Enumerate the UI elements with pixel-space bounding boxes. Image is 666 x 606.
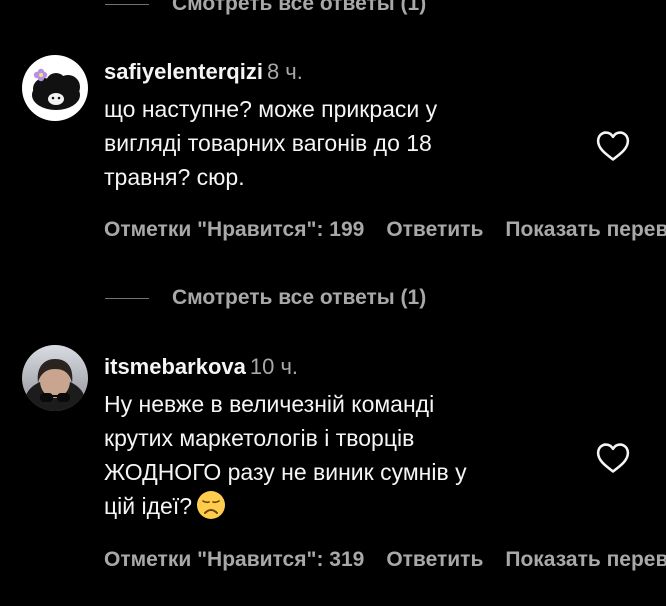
replies-divider-line (105, 3, 149, 5)
comment-text-line: Ну невже в величезній команді (104, 391, 435, 417)
replies-divider-line (105, 297, 149, 299)
view-replies-link[interactable]: Смотреть все ответы (1) (105, 0, 426, 16)
comment-text-line: крутих маркетологів і творців (104, 425, 415, 451)
view-replies-label: Смотреть все ответы (1) (172, 286, 427, 309)
comment-text-line: ЖОДНОГО разу не виник сумнів у (104, 459, 467, 485)
comment-text-line: цій ідеї? (104, 493, 193, 519)
comment-body: safiyelenterqizi 8 ч. що наступне? може п… (104, 57, 574, 194)
comment-text-line: вигляді товарних вагонів до 18 (104, 130, 432, 156)
comment-actions: Отметки "Нравится": 319 Ответить Показать … (104, 548, 666, 572)
comment-time: 8 ч. (266, 59, 303, 84)
comment-body: itsmebarkova 10 ч. Ну невже в величезній … (104, 352, 574, 523)
translate-button[interactable]: Показать перевод (505, 548, 666, 571)
view-replies-link[interactable]: Смотреть все ответы (1) (105, 286, 426, 310)
comment-username[interactable]: safiyelenterqizi (104, 59, 263, 84)
comment-text: що наступне? може прикраси у вигляді тов… (104, 92, 574, 194)
avatar[interactable] (22, 55, 88, 121)
heart-outline-icon[interactable] (596, 130, 630, 162)
likes-count-link[interactable]: Отметки "Нравится": 319 (104, 548, 364, 571)
comment-time: 10 ч. (249, 354, 299, 379)
reply-button[interactable]: Ответить (386, 548, 483, 571)
comment-header: safiyelenterqizi 8 ч. (104, 57, 574, 87)
comment-text: Ну невже в величезній команді крутих мар… (104, 387, 574, 523)
translate-button[interactable]: Показать перевод (505, 218, 666, 241)
comment-text-line: що наступне? може прикраси у (104, 96, 438, 122)
comment-header: itsmebarkova 10 ч. (104, 352, 574, 382)
comment-username[interactable]: itsmebarkova (104, 354, 246, 379)
comment-text-line-last: цій ідеї? (104, 489, 574, 523)
view-replies-label: Смотреть все ответы (1) (172, 0, 427, 15)
heart-outline-icon[interactable] (596, 442, 630, 474)
comment-text-line: травня? сюр. (104, 164, 245, 190)
reply-button[interactable]: Ответить (386, 218, 483, 241)
disappointed-face-emoji (196, 490, 226, 520)
likes-count-link[interactable]: Отметки "Нравится": 199 (104, 218, 364, 241)
comment-actions: Отметки "Нравится": 199 Ответить Показать … (104, 218, 666, 242)
avatar[interactable] (22, 345, 88, 411)
